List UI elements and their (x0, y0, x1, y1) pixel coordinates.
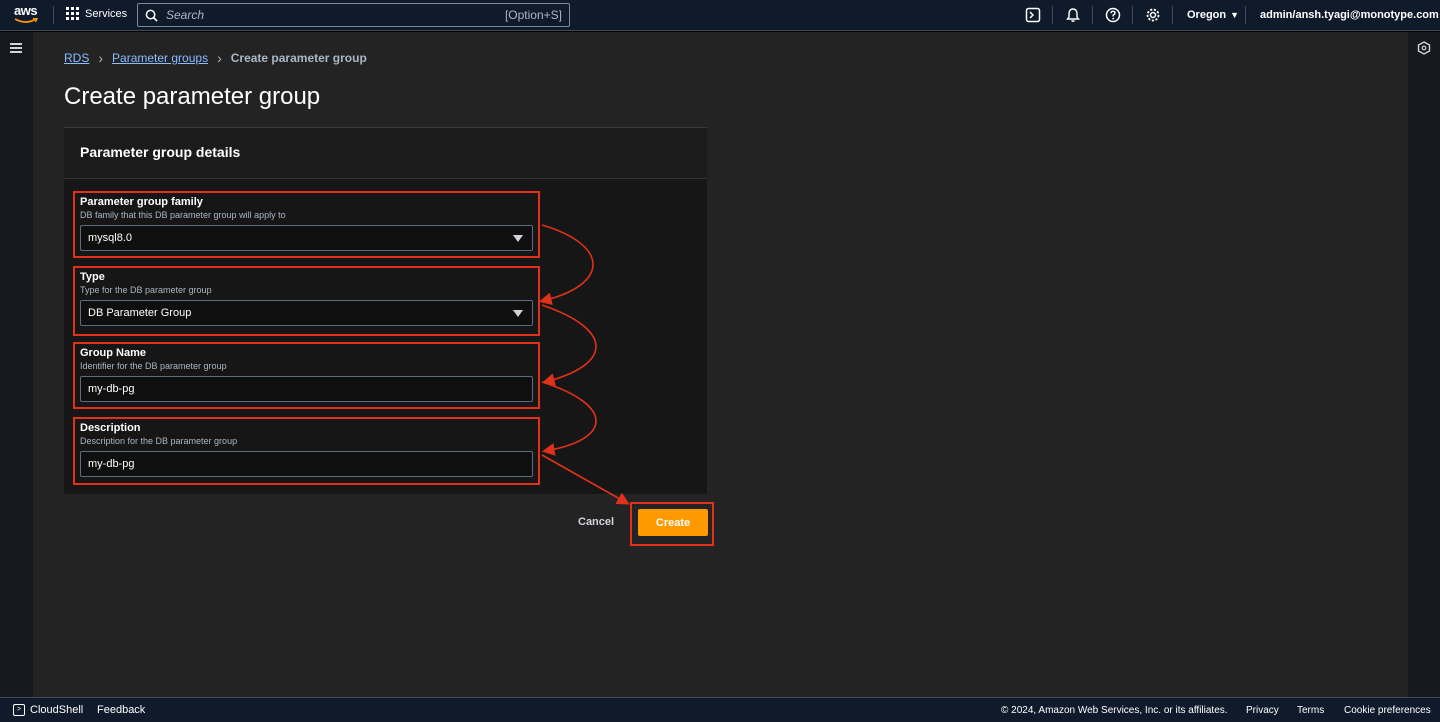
type-select[interactable]: DB Parameter Group (80, 300, 533, 326)
privacy-link[interactable]: Privacy (1246, 705, 1279, 716)
nav-divider (1052, 6, 1053, 24)
aws-logo-text: aws (14, 3, 38, 18)
breadcrumb-current: Create parameter group (230, 51, 367, 65)
chevron-right-icon: › (217, 50, 222, 66)
field-description: Identifier for the DB parameter group (80, 361, 227, 371)
caret-down-icon (513, 310, 523, 317)
group-name-field: Group Name Identifier for the DB paramet… (73, 342, 540, 409)
terminal-icon: > (13, 704, 25, 716)
grid-icon (66, 7, 79, 20)
field-label: Group Name (80, 347, 147, 359)
search-input[interactable]: Search [Option+S] (137, 3, 570, 27)
search-icon (145, 9, 158, 22)
description-field: Description Description for the DB param… (73, 417, 540, 485)
type-field: Type Type for the DB parameter group DB … (73, 266, 540, 336)
aws-logo[interactable]: aws (14, 3, 40, 25)
search-placeholder: Search (166, 8, 205, 22)
terms-link[interactable]: Terms (1297, 705, 1324, 716)
create-button[interactable]: Create (638, 509, 708, 536)
group-name-input[interactable]: my-db-pg (80, 376, 533, 402)
panel-title: Parameter group details (80, 144, 241, 160)
input-value: my-db-pg (88, 458, 135, 470)
search-shortcut: [Option+S] (504, 8, 562, 22)
panel-header: Parameter group details (64, 128, 707, 179)
region-label: Oregon (1187, 9, 1227, 21)
nav-divider (1245, 6, 1246, 24)
description-input[interactable]: my-db-pg (80, 451, 533, 477)
parameter-group-family-select[interactable]: mysql8.0 (80, 225, 533, 251)
field-description: DB family that this DB parameter group w… (80, 210, 286, 220)
field-label: Description (80, 422, 141, 434)
cloudshell-label: CloudShell (30, 704, 84, 716)
menu-icon[interactable] (10, 43, 22, 53)
footer: > CloudShell Feedback © 2024, Amazon Web… (0, 697, 1440, 722)
aws-smile-icon (14, 18, 38, 23)
region-selector[interactable]: Oregon ▼ (1187, 9, 1239, 21)
input-value: my-db-pg (88, 383, 135, 395)
field-description: Description for the DB parameter group (80, 436, 238, 446)
chevron-right-icon: › (98, 50, 104, 66)
field-label: Parameter group family (80, 196, 203, 208)
breadcrumb-link-rds[interactable]: RDS (64, 51, 89, 65)
page-title: Create parameter group (64, 83, 321, 110)
nav-divider (1172, 6, 1173, 24)
feedback-link[interactable]: Feedback (97, 704, 145, 716)
breadcrumb-link-parameter-groups[interactable]: Parameter groups (112, 51, 208, 65)
cancel-button[interactable]: Cancel (578, 516, 614, 528)
caret-down-icon: ▼ (1230, 10, 1240, 20)
right-rail (1408, 32, 1440, 697)
nav-divider (53, 6, 54, 24)
cloudshell-icon[interactable] (1025, 7, 1041, 23)
services-menu-button[interactable]: Services (66, 7, 127, 20)
services-label: Services (85, 7, 128, 20)
cookie-preferences-link[interactable]: Cookie preferences (1344, 705, 1431, 716)
nav-divider (1132, 6, 1133, 24)
top-navigation: aws Services Search [Option+S] Oregon ▼ … (0, 0, 1440, 31)
copyright-text: © 2024, Amazon Web Services, Inc. or its… (1001, 705, 1228, 716)
cloudshell-button[interactable]: > CloudShell (13, 704, 83, 716)
parameter-group-family-field: Parameter group family DB family that th… (73, 191, 540, 258)
info-panel-icon[interactable] (1417, 41, 1431, 55)
left-rail (0, 32, 33, 697)
bell-icon[interactable] (1065, 7, 1081, 23)
gear-icon[interactable] (1145, 7, 1161, 23)
field-description: Type for the DB parameter group (80, 285, 212, 295)
select-value: mysql8.0 (88, 232, 133, 244)
select-value: DB Parameter Group (88, 307, 192, 319)
caret-down-icon (513, 235, 523, 242)
account-label: admin/ansh.tyagi@monotype.com (1260, 9, 1439, 21)
account-menu[interactable]: admin/ansh.tyagi@monotype.com▼ (1260, 9, 1440, 21)
breadcrumb: RDS › Parameter groups › Create paramete… (64, 50, 367, 66)
help-icon[interactable] (1105, 7, 1121, 23)
nav-divider (1092, 6, 1093, 24)
field-label: Type (80, 271, 105, 283)
